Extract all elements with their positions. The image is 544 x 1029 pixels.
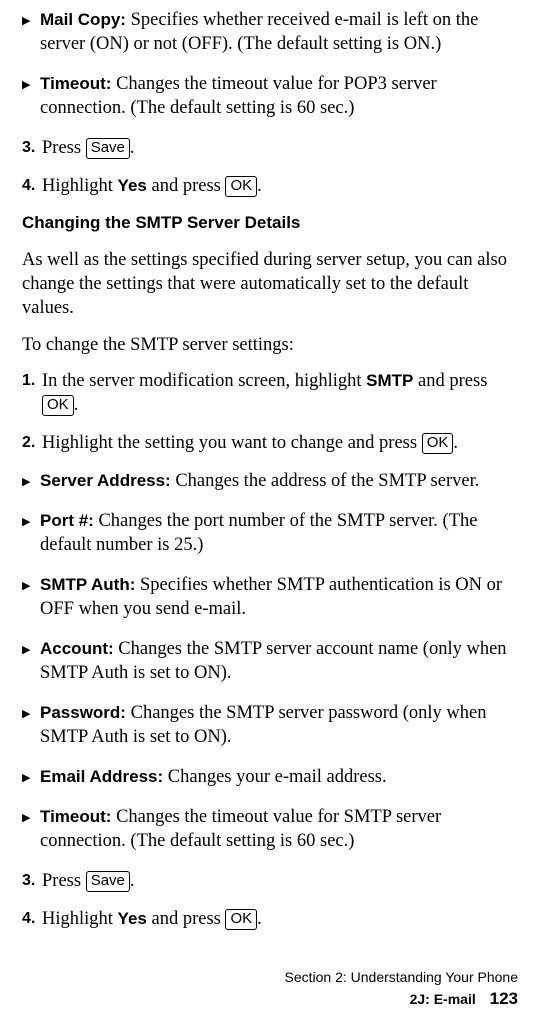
numbered-step: 4.Highlight Yes and press OK.: [22, 907, 522, 931]
triangle-bullet-icon: ▶: [22, 573, 40, 621]
bullet-item: ▶Port #: Changes the port number of the …: [22, 509, 522, 557]
bullet-body: Email Address: Changes your e-mail addre…: [40, 765, 512, 789]
bullet-body: Timeout: Changes the timeout value for S…: [40, 805, 512, 853]
triangle-bullet-icon: ▶: [22, 765, 40, 789]
bullet-item: ▶Password: Changes the SMTP server passw…: [22, 701, 522, 749]
paragraph: As well as the settings specified during…: [22, 248, 522, 320]
bullet-term: Timeout:: [40, 74, 111, 93]
step-text-pre: Press: [42, 871, 86, 891]
step-text-pre: Highlight the setting you want to change…: [42, 433, 422, 453]
bullet-rest: Changes the port number of the SMTP serv…: [40, 511, 477, 555]
bullet-term: SMTP Auth:: [40, 575, 135, 594]
bullet-item: ▶Mail Copy: Specifies whether received e…: [22, 8, 522, 56]
footer-section-line: Section 2: Understanding Your Phone: [284, 968, 518, 988]
bullet-item: ▶Server Address: Changes the address of …: [22, 469, 522, 493]
step-number: 3.: [22, 136, 42, 160]
step-body: Highlight Yes and press OK.: [42, 174, 512, 198]
page-footer: Section 2: Understanding Your Phone 2J: …: [284, 968, 518, 1011]
numbered-step: 3.Press Save.: [22, 136, 522, 160]
key-button-label: Save: [86, 138, 130, 159]
bullet-term: Account:: [40, 639, 114, 658]
step-text-post: .: [257, 176, 262, 196]
bullet-rest: Changes the address of the SMTP server.: [171, 471, 480, 491]
bullet-item: ▶Account: Changes the SMTP server accoun…: [22, 637, 522, 685]
bullet-term: Email Address:: [40, 767, 163, 786]
bullet-body: SMTP Auth: Specifies whether SMTP authen…: [40, 573, 512, 621]
step-body: Press Save.: [42, 136, 512, 160]
paragraph: To change the SMTP server settings:: [22, 333, 522, 357]
bullet-body: Server Address: Changes the address of t…: [40, 469, 512, 493]
bullet-rest: Changes your e-mail address.: [163, 767, 386, 787]
step-text-pre: In the server modification screen, highl…: [42, 371, 366, 391]
triangle-bullet-icon: ▶: [22, 72, 40, 120]
page-number: 123: [490, 989, 518, 1008]
step-strong-term: Yes: [118, 176, 147, 195]
step-number: 1.: [22, 369, 42, 417]
step-text-mid: and press: [147, 176, 226, 196]
bullet-term: Timeout:: [40, 807, 111, 826]
triangle-bullet-icon: ▶: [22, 701, 40, 749]
bullet-term: Password:: [40, 703, 126, 722]
step-body: Press Save.: [42, 869, 512, 893]
bullet-body: Mail Copy: Specifies whether received e-…: [40, 8, 512, 56]
bullet-item: ▶SMTP Auth: Specifies whether SMTP authe…: [22, 573, 522, 621]
bullet-item: ▶Email Address: Changes your e-mail addr…: [22, 765, 522, 789]
step-body: Highlight Yes and press OK.: [42, 907, 512, 931]
step-body: Highlight the setting you want to change…: [42, 431, 512, 455]
step-text-mid: and press: [147, 909, 226, 929]
bullet-body: Timeout: Changes the timeout value for P…: [40, 72, 512, 120]
step-text-post: .: [130, 138, 135, 158]
bullet-term: Mail Copy:: [40, 10, 126, 29]
bullet-term: Server Address:: [40, 471, 171, 490]
page-content: ▶Mail Copy: Specifies whether received e…: [22, 8, 522, 931]
numbered-step: 3.Press Save.: [22, 869, 522, 893]
bullet-body: Password: Changes the SMTP server passwo…: [40, 701, 512, 749]
step-text-pre: Highlight: [42, 176, 118, 196]
bullet-item: ▶Timeout: Changes the timeout value for …: [22, 805, 522, 853]
key-button-label: OK: [422, 433, 454, 454]
step-text-pre: Press: [42, 138, 86, 158]
step-number: 4.: [22, 174, 42, 198]
numbered-step: 2.Highlight the setting you want to chan…: [22, 431, 522, 455]
step-text-pre: Highlight: [42, 909, 118, 929]
numbered-step: 1.In the server modification screen, hig…: [22, 369, 522, 417]
numbered-step: 4.Highlight Yes and press OK.: [22, 174, 522, 198]
step-text-post: .: [453, 433, 458, 453]
bullet-body: Account: Changes the SMTP server account…: [40, 637, 512, 685]
step-strong-term: Yes: [118, 909, 147, 928]
step-text-post: .: [257, 909, 262, 929]
bullet-item: ▶Timeout: Changes the timeout value for …: [22, 72, 522, 120]
step-text-mid: and press: [413, 371, 487, 391]
key-button-label: OK: [42, 395, 74, 416]
step-body: In the server modification screen, highl…: [42, 369, 512, 417]
step-strong-term: SMTP: [366, 371, 413, 390]
bullet-body: Port #: Changes the port number of the S…: [40, 509, 512, 557]
triangle-bullet-icon: ▶: [22, 469, 40, 493]
footer-chapter-label: 2J: E-mail: [410, 991, 476, 1007]
step-number: 3.: [22, 869, 42, 893]
triangle-bullet-icon: ▶: [22, 637, 40, 685]
footer-chapter-line: 2J: E-mail 123: [284, 987, 518, 1011]
key-button-label: OK: [225, 176, 257, 197]
step-text-post: .: [130, 871, 135, 891]
key-button-label: OK: [225, 909, 257, 930]
triangle-bullet-icon: ▶: [22, 509, 40, 557]
step-number: 2.: [22, 431, 42, 455]
triangle-bullet-icon: ▶: [22, 805, 40, 853]
step-text-post: .: [74, 395, 79, 415]
section-heading: Changing the SMTP Server Details: [22, 212, 522, 234]
key-button-label: Save: [86, 871, 130, 892]
bullet-term: Port #:: [40, 511, 94, 530]
step-number: 4.: [22, 907, 42, 931]
triangle-bullet-icon: ▶: [22, 8, 40, 56]
